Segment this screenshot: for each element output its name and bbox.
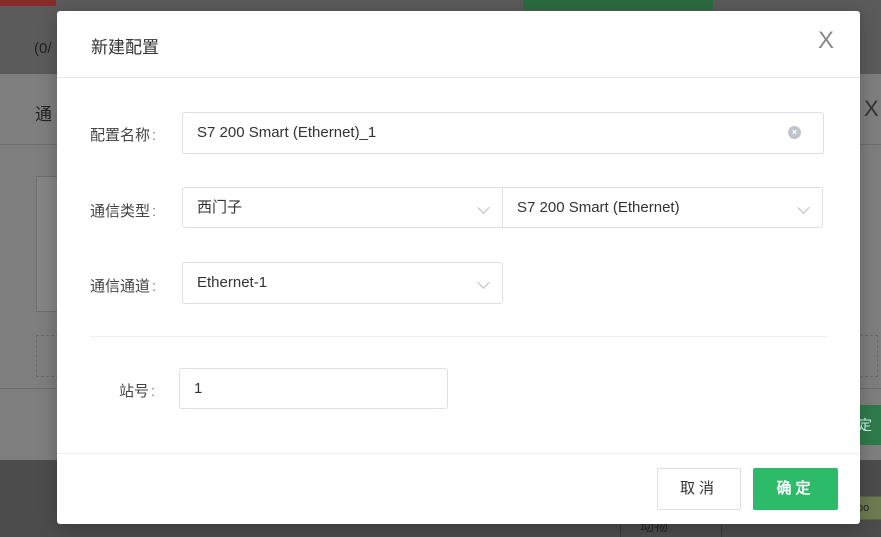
chevron-down-icon bbox=[477, 276, 490, 289]
background-dialog-title: 通 bbox=[35, 105, 52, 124]
background-close-icon: X bbox=[864, 96, 879, 121]
chevron-down-icon bbox=[477, 201, 490, 214]
config-name-label: 配置名称: bbox=[90, 127, 157, 144]
comm-channel-label: 通信通道: bbox=[90, 278, 157, 295]
background-red-strip bbox=[0, 0, 56, 6]
background-count-text: (0/ bbox=[34, 40, 52, 57]
station-label: 站号: bbox=[119, 383, 156, 400]
section-divider bbox=[90, 336, 827, 337]
close-icon[interactable]: X bbox=[814, 29, 838, 53]
new-config-dialog: 新建配置 X 配置名称: S7 200 Smart (Ethernet)_1 ×… bbox=[57, 11, 860, 524]
model-select[interactable]: S7 200 Smart (Ethernet) bbox=[502, 187, 823, 228]
vendor-value: 西门子 bbox=[197, 199, 243, 216]
comm-type-label: 通信类型: bbox=[90, 203, 157, 220]
dialog-title: 新建配置 bbox=[91, 38, 159, 57]
config-name-value: S7 200 Smart (Ethernet)_1 bbox=[197, 124, 377, 141]
footer-divider bbox=[57, 453, 860, 454]
model-value: S7 200 Smart (Ethernet) bbox=[517, 199, 680, 216]
clear-icon[interactable]: × bbox=[788, 126, 801, 139]
station-input[interactable]: 1 bbox=[179, 368, 448, 409]
channel-select[interactable]: Ethernet-1 bbox=[182, 262, 503, 304]
cancel-button[interactable]: 取消 bbox=[657, 468, 741, 510]
chevron-down-icon bbox=[797, 201, 810, 214]
channel-value: Ethernet-1 bbox=[197, 274, 268, 291]
station-value: 1 bbox=[194, 380, 203, 397]
vendor-select[interactable]: 西门子 bbox=[182, 187, 503, 228]
config-name-input[interactable]: S7 200 Smart (Ethernet)_1 × bbox=[182, 112, 824, 154]
confirm-button[interactable]: 确定 bbox=[753, 468, 838, 510]
background-green-strip bbox=[523, 0, 713, 10]
dialog-header: 新建配置 X bbox=[57, 11, 860, 78]
